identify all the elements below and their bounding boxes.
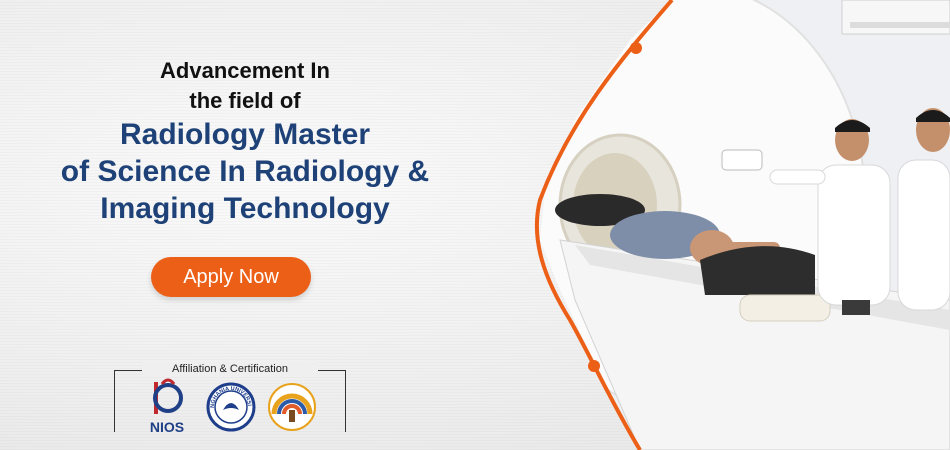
program-title: Radiology Master of Science In Radiology… (40, 116, 450, 227)
program-title-line-2: of Science In Radiology & (60, 155, 430, 188)
headline-line-2: the field of (189, 88, 301, 113)
nios-logo: NIOS (150, 378, 184, 435)
headline-line-1: Advancement In (160, 58, 330, 83)
curve-dot-bottom (588, 360, 600, 372)
curve-dot-top (630, 42, 642, 54)
singhania-university-logo: SINGHANIA UNIVERSITY (206, 382, 256, 432)
program-title-line-1: Radiology Master (119, 118, 371, 151)
nios-logo-text: NIOS (150, 419, 184, 435)
headline-intro: Advancement In the field of (40, 56, 450, 116)
mansarovar-university-logo (268, 383, 316, 431)
apply-now-button[interactable]: Apply Now (151, 257, 311, 297)
affiliation-label: Affiliation & Certification (142, 362, 318, 376)
program-title-line-3: Imaging Technology (100, 192, 390, 225)
